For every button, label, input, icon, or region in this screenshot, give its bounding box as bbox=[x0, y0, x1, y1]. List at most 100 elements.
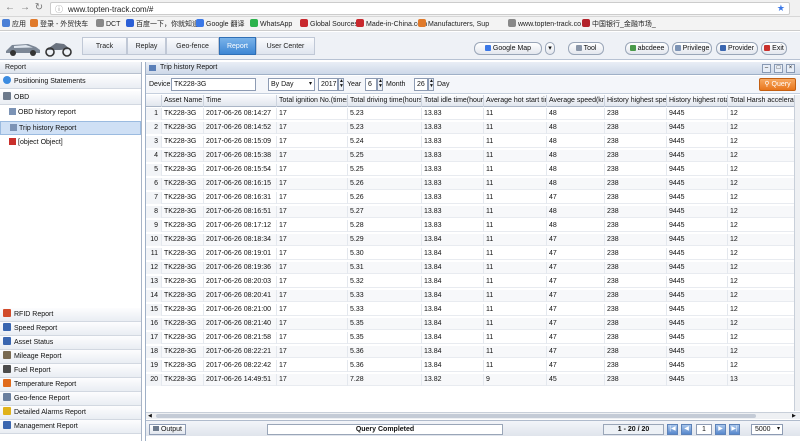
address-bar[interactable]: ⓘ www.topten-track.com/# ★ bbox=[50, 2, 790, 15]
scrollbar-thumb[interactable] bbox=[156, 414, 756, 418]
bookmark-item[interactable]: 登录 - 外贸快车 bbox=[30, 19, 88, 29]
column-header[interactable]: Asset Name bbox=[162, 95, 204, 107]
column-header[interactable]: Total ignition No.(times) bbox=[277, 95, 348, 107]
map-dropdown-button[interactable]: ▾ bbox=[545, 42, 555, 55]
bookmark-item[interactable]: Google 翻译 bbox=[196, 19, 245, 29]
sidebar-item-obd[interactable]: OBD bbox=[0, 91, 141, 105]
year-input[interactable]: 2017 bbox=[318, 78, 338, 91]
close-icon[interactable]: × bbox=[786, 64, 795, 73]
bookmark-item[interactable]: Made-in-China.com bbox=[356, 19, 427, 28]
sidebar-item-detailed-alarms-report[interactable]: Detailed Alarms Report bbox=[0, 406, 141, 420]
reload-icon[interactable]: ↻ bbox=[33, 2, 45, 14]
sidebar-item-geo-fence-report[interactable]: Geo-fence Report bbox=[0, 392, 141, 406]
table-row[interactable]: 15 TK228-3G 2017-06-26 08:21:00 17 5.33 13.84… bbox=[146, 304, 800, 316]
bookmark-star-icon[interactable]: ★ bbox=[777, 3, 785, 14]
year-stepper[interactable]: ▲ ▼ bbox=[338, 78, 344, 91]
nav-tab-geo-fence[interactable]: Geo-fence bbox=[166, 37, 219, 55]
report-category-icon bbox=[3, 351, 11, 359]
table-row[interactable]: 6 TK228-3G 2017-06-26 08:16:15 17 5.26 13.83 1… bbox=[146, 178, 800, 190]
table-row[interactable]: 11 TK228-3G 2017-06-26 08:19:01 17 5.30 13.84… bbox=[146, 248, 800, 260]
table-row[interactable]: 7 TK228-3G 2017-06-26 08:16:31 17 5.26 13.83 1… bbox=[146, 192, 800, 204]
provider-button[interactable]: Provider bbox=[716, 42, 758, 55]
table-row[interactable]: 4 TK228-3G 2017-06-26 08:15:38 17 5.25 13.83 1… bbox=[146, 150, 800, 162]
privilege-button[interactable]: Privilege bbox=[672, 42, 712, 55]
table-row[interactable]: 13 TK228-3G 2017-06-26 08:20:03 17 5.32 13.84… bbox=[146, 276, 800, 288]
table-row[interactable]: 18 TK228-3G 2017-06-26 08:22:21 17 5.36 13.84… bbox=[146, 346, 800, 358]
table-row[interactable]: 5 TK228-3G 2017-06-26 08:15:54 17 5.25 13.83 1… bbox=[146, 164, 800, 176]
exit-button[interactable]: Exit bbox=[761, 42, 787, 55]
bookmark-item[interactable]: Manufacturers, Sup bbox=[418, 19, 489, 28]
forward-icon[interactable]: → bbox=[19, 2, 31, 14]
bookmark-item[interactable]: WhatsApp bbox=[250, 19, 292, 28]
nav-tab-user-center[interactable]: User Center bbox=[256, 37, 315, 55]
table-row[interactable]: 3 TK228-3G 2017-06-26 08:15:09 17 5.24 13.83 1… bbox=[146, 136, 800, 148]
bookmark-item[interactable]: Global Sources bbox=[300, 19, 358, 28]
column-header[interactable]: Total driving time(hours) bbox=[348, 95, 422, 107]
back-icon[interactable]: ← bbox=[4, 2, 16, 14]
minimize-icon[interactable]: – bbox=[762, 64, 771, 73]
sidebar-item-asset-status[interactable]: Asset Status bbox=[0, 336, 141, 350]
nav-tab-replay[interactable]: Replay bbox=[127, 37, 166, 55]
table-cell: 9445 bbox=[667, 192, 728, 204]
bookmark-item[interactable]: 应用 bbox=[2, 19, 26, 29]
table-row[interactable]: 1 TK228-3G 2017-06-26 08:14:27 17 5.23 13.83 1… bbox=[146, 108, 800, 120]
bookmark-item[interactable]: www.topten-track.co bbox=[508, 19, 581, 28]
sidebar-item-speed-report[interactable]: Speed Report bbox=[0, 322, 141, 336]
column-header[interactable]: Time bbox=[204, 95, 277, 107]
table-row[interactable]: 20 TK228-3G 2017-06-26 14:49:51 17 7.28 13.82… bbox=[146, 374, 800, 386]
column-header[interactable]: Total Harsh acceleration bbox=[728, 95, 795, 107]
month-stepper[interactable]: ▲ ▼ bbox=[377, 78, 383, 91]
table-cell: TK228-3G bbox=[162, 332, 204, 344]
table-row[interactable]: 17 TK228-3G 2017-06-26 08:21:58 17 5.35 13.84… bbox=[146, 332, 800, 344]
sidebar-item-management-report[interactable]: Management Report bbox=[0, 420, 141, 434]
tool-button[interactable]: Tool bbox=[568, 42, 604, 55]
table-row[interactable]: 2 TK228-3G 2017-06-26 08:14:52 17 5.23 13.83 1… bbox=[146, 122, 800, 134]
table-row[interactable]: 12 TK228-3G 2017-06-26 08:19:36 17 5.31 13.84… bbox=[146, 262, 800, 274]
output-button[interactable]: Output bbox=[149, 424, 186, 435]
column-header[interactable]: Average hot start time bbox=[484, 95, 547, 107]
user-account-button[interactable]: abcdeee bbox=[625, 42, 669, 55]
table-row[interactable]: 14 TK228-3G 2017-06-26 08:20:41 17 5.33 13.84… bbox=[146, 290, 800, 302]
prev-page-icon[interactable]: ◀ bbox=[681, 424, 692, 435]
query-button[interactable]: ⚲ Query bbox=[759, 78, 796, 91]
device-input[interactable]: TK228-3G bbox=[171, 78, 256, 91]
column-header[interactable]: History highest speed bbox=[605, 95, 667, 107]
table-row[interactable]: 19 TK228-3G 2017-06-26 08:22:42 17 5.36 13.84… bbox=[146, 360, 800, 372]
nav-tab-track[interactable]: Track bbox=[82, 37, 127, 55]
sidebar-item-temperature-report[interactable]: Temperature Report bbox=[0, 378, 141, 392]
day-input[interactable]: 26 bbox=[414, 78, 428, 91]
sidebar-item-mileage-report[interactable]: Mileage Report bbox=[0, 350, 141, 364]
restore-icon[interactable]: □ bbox=[774, 64, 783, 73]
table-cell: 12 bbox=[728, 122, 795, 134]
sidebar-subitem-obd-history[interactable]: OBD history report bbox=[9, 106, 141, 120]
period-select[interactable]: By Day ▾ bbox=[268, 78, 315, 91]
column-header[interactable]: Average speed(km/h) bbox=[547, 95, 605, 107]
month-input[interactable]: 6 bbox=[365, 78, 377, 91]
column-header[interactable]: History highest rotate bbox=[667, 95, 728, 107]
sidebar-subitem-object[interactable]: [object Object] bbox=[9, 136, 141, 150]
sidebar-subitem-trip-history[interactable]: Trip history Report bbox=[0, 121, 141, 135]
sidebar-item-positioning[interactable]: Positioning Statements bbox=[0, 75, 141, 89]
scroll-left-icon[interactable]: ◀ bbox=[148, 413, 154, 419]
sidebar-item-rfid-report[interactable]: RFID Report bbox=[0, 308, 141, 322]
vertical-scrollbar[interactable] bbox=[794, 95, 800, 411]
page-size-select[interactable]: 5000 ▾ bbox=[751, 424, 783, 435]
first-page-icon[interactable]: |◀ bbox=[667, 424, 678, 435]
next-page-icon[interactable]: ▶ bbox=[715, 424, 726, 435]
table-row[interactable]: 8 TK228-3G 2017-06-26 08:16:51 17 5.27 13.83 1… bbox=[146, 206, 800, 218]
table-row[interactable]: 16 TK228-3G 2017-06-26 08:21:40 17 5.35 13.84… bbox=[146, 318, 800, 330]
table-row[interactable]: 10 TK228-3G 2017-06-26 08:18:34 17 5.29 13.84… bbox=[146, 234, 800, 246]
last-page-icon[interactable]: ▶| bbox=[729, 424, 740, 435]
table-row[interactable]: 9 TK228-3G 2017-06-26 08:17:12 17 5.28 13.83 1… bbox=[146, 220, 800, 232]
google-map-button[interactable]: Google Map bbox=[474, 42, 542, 55]
nav-tab-report[interactable]: Report bbox=[219, 37, 256, 55]
day-stepper[interactable]: ▲ ▼ bbox=[428, 78, 434, 91]
bookmark-item[interactable]: 中国银行_金融市场_ bbox=[582, 19, 656, 29]
bookmark-item[interactable]: DCT bbox=[96, 19, 120, 28]
horizontal-scrollbar[interactable]: ◀ ▶ bbox=[146, 412, 800, 419]
bookmark-item[interactable]: 百度一下，你就知道 bbox=[126, 19, 199, 29]
column-header[interactable]: Total idle time(hours) bbox=[422, 95, 484, 107]
page-input[interactable]: 1 bbox=[696, 424, 712, 435]
sidebar-item-fuel-report[interactable]: Fuel Report bbox=[0, 364, 141, 378]
scroll-right-icon[interactable]: ▶ bbox=[792, 413, 798, 419]
